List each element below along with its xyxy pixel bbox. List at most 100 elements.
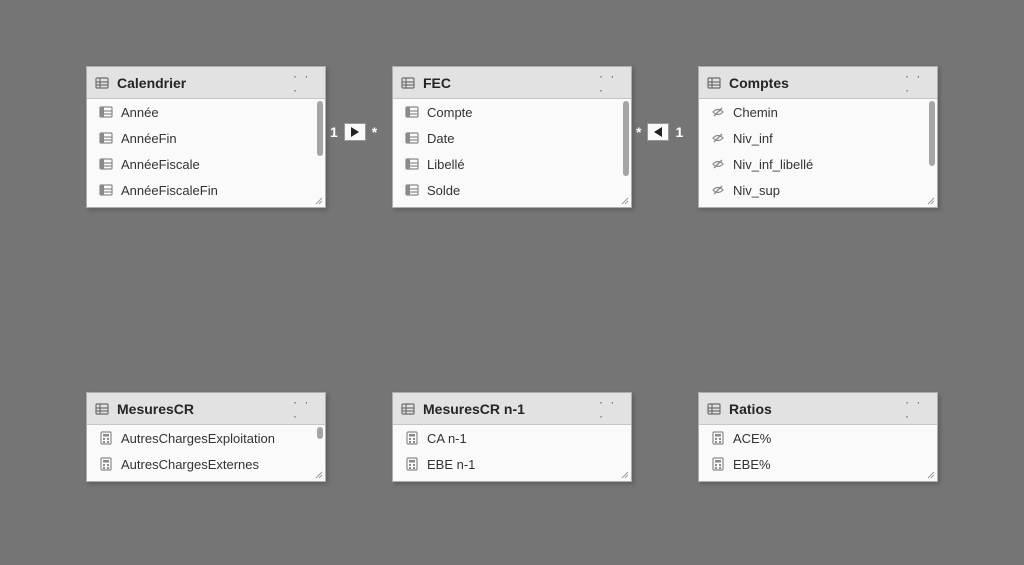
field-label: Niv_sup [733,183,780,198]
hidden-icon [711,157,725,171]
column-icon [99,183,113,197]
scrollbar[interactable] [317,101,323,156]
table-title: Comptes [729,75,905,91]
table-icon [95,76,109,90]
hidden-icon [711,131,725,145]
relationship-calendrier-fec[interactable]: 1 * [330,123,377,141]
resize-handle[interactable] [313,195,323,205]
field-label: Niv_inf_libellé [733,157,813,172]
field-row[interactable]: Année [87,99,325,125]
field-label: Date [427,131,454,146]
cardinality-many: * [636,124,641,140]
table-fec[interactable]: FEC · · · Compte Date Libellé Solde [392,66,632,208]
table-title: MesuresCR [117,401,293,417]
table-icon [95,402,109,416]
table-title: MesuresCR n-1 [423,401,599,417]
hidden-icon [711,183,725,197]
field-row[interactable]: Chemin [699,99,937,125]
table-header[interactable]: Comptes · · · [699,67,937,99]
table-icon [401,76,415,90]
measure-icon [99,457,113,471]
more-button[interactable]: · · · [599,397,623,421]
field-row[interactable]: Solde [393,177,631,203]
table-header[interactable]: Ratios · · · [699,393,937,425]
field-label: Solde [427,183,460,198]
measure-icon [405,457,419,471]
field-label: AutresChargesExternes [121,457,259,472]
field-row[interactable]: Compte [393,99,631,125]
measure-icon [405,431,419,445]
more-button[interactable]: · · · [905,397,929,421]
field-label: Compte [427,105,473,120]
more-button[interactable]: · · · [905,71,929,95]
field-row[interactable]: CA n-1 [393,425,631,451]
table-title: FEC [423,75,599,91]
resize-handle[interactable] [619,195,629,205]
field-row[interactable]: Date [393,125,631,151]
resize-handle[interactable] [925,469,935,479]
field-label: Niv_inf [733,131,773,146]
more-button[interactable]: · · · [599,71,623,95]
filter-direction-icon [647,123,669,141]
field-row[interactable]: EBE% [699,451,937,477]
measure-icon [711,431,725,445]
field-row[interactable]: Niv_inf [699,125,937,151]
field-label: ACE% [733,431,771,446]
field-row[interactable]: AutresChargesExternes [87,451,325,477]
table-header[interactable]: MesuresCR n-1 · · · [393,393,631,425]
field-label: AnnéeFiscaleFin [121,183,218,198]
table-header[interactable]: Calendrier · · · [87,67,325,99]
field-row[interactable]: AutresChargesExploitation [87,425,325,451]
resize-handle[interactable] [313,469,323,479]
hidden-icon [711,105,725,119]
field-row[interactable]: EBE n-1 [393,451,631,477]
field-row[interactable]: AnnéeFiscale [87,151,325,177]
cardinality-one: 1 [330,124,338,140]
table-icon [707,402,721,416]
table-header[interactable]: FEC · · · [393,67,631,99]
column-icon [405,157,419,171]
column-icon [405,183,419,197]
field-row[interactable]: Niv_inf_libellé [699,151,937,177]
column-icon [99,105,113,119]
table-comptes[interactable]: Comptes · · · Chemin Niv_inf Niv_inf_lib… [698,66,938,208]
field-row[interactable]: Niv_sup [699,177,937,203]
scrollbar[interactable] [929,101,935,166]
table-mesurescr[interactable]: MesuresCR · · · AutresChargesExploitatio… [86,392,326,482]
field-label: Libellé [427,157,465,172]
resize-handle[interactable] [619,469,629,479]
relationship-fec-comptes[interactable]: * 1 [636,123,683,141]
scrollbar[interactable] [317,427,323,439]
table-calendrier[interactable]: Calendrier · · · Année AnnéeFin AnnéeFis… [86,66,326,208]
field-row[interactable]: ACE% [699,425,937,451]
table-body: Chemin Niv_inf Niv_inf_libellé Niv_sup [699,99,937,207]
measure-icon [99,431,113,445]
table-body: ACE% EBE% [699,425,937,481]
table-body: Compte Date Libellé Solde [393,99,631,207]
field-row[interactable]: AnnéeFiscaleFin [87,177,325,203]
cardinality-one: 1 [675,124,683,140]
scrollbar[interactable] [623,101,629,176]
table-ratios[interactable]: Ratios · · · ACE% EBE% [698,392,938,482]
table-header[interactable]: MesuresCR · · · [87,393,325,425]
field-label: Année [121,105,159,120]
column-icon [99,157,113,171]
table-title: Calendrier [117,75,293,91]
field-label: AnnéeFiscale [121,157,200,172]
field-label: EBE% [733,457,771,472]
filter-direction-icon [344,123,366,141]
measure-icon [711,457,725,471]
table-icon [401,402,415,416]
table-body: Année AnnéeFin AnnéeFiscale AnnéeFiscale… [87,99,325,207]
more-button[interactable]: · · · [293,397,317,421]
resize-handle[interactable] [925,195,935,205]
table-icon [707,76,721,90]
table-body: AutresChargesExploitation AutresChargesE… [87,425,325,481]
field-label: AutresChargesExploitation [121,431,275,446]
more-button[interactable]: · · · [293,71,317,95]
field-row[interactable]: Libellé [393,151,631,177]
table-mesurescr-n1[interactable]: MesuresCR n-1 · · · CA n-1 EBE n-1 [392,392,632,482]
table-body: CA n-1 EBE n-1 [393,425,631,481]
field-label: AnnéeFin [121,131,177,146]
field-row[interactable]: AnnéeFin [87,125,325,151]
